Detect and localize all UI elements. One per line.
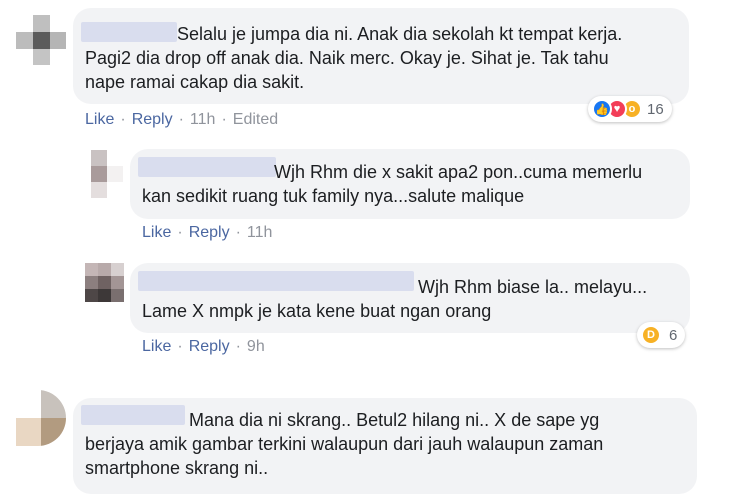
separator-dot: · xyxy=(235,224,241,241)
avatar[interactable] xyxy=(16,15,66,65)
reply-link[interactable]: Reply xyxy=(189,224,230,242)
comment-bubble: Selalu je jumpa dia ni. Anak dia sekolah… xyxy=(73,8,689,104)
edited-label[interactable]: Edited xyxy=(233,111,278,129)
separator-dot: · xyxy=(177,224,183,241)
timestamp[interactable]: 9h xyxy=(247,338,265,356)
timestamp[interactable]: 11h xyxy=(190,111,216,129)
separator-dot: · xyxy=(221,111,227,128)
like-link[interactable]: Like xyxy=(85,111,114,129)
comment-bubble: Mana dia ni skrang.. Betul2 hilang ni.. … xyxy=(73,398,697,494)
separator-dot: · xyxy=(120,111,126,128)
avatar[interactable] xyxy=(85,263,124,302)
reaction-count: 6 xyxy=(669,326,678,344)
comment-text: Wjh Rhm die x sakit apa2 pon..cuma memer… xyxy=(142,162,643,206)
comment-actions: Like · Reply · 11h · Edited xyxy=(85,111,278,129)
comment-bubble: Wjh Rhm biase la.. melayu... Lame X nmpk… xyxy=(130,263,690,333)
comment-actions: Like · Reply · 11h xyxy=(142,224,272,242)
like-link[interactable]: Like xyxy=(142,338,171,356)
avatar[interactable] xyxy=(75,150,123,198)
reply-link[interactable]: Reply xyxy=(189,338,230,356)
comment-bubble: Wjh Rhm die x sakit apa2 pon..cuma memer… xyxy=(130,149,690,219)
comment-actions: Like · Reply · 9h xyxy=(142,338,265,356)
separator-dot: · xyxy=(178,111,184,128)
like-link[interactable]: Like xyxy=(142,224,171,242)
timestamp[interactable]: 11h xyxy=(247,224,273,242)
comment-text: Wjh Rhm biase la.. melayu... Lame X nmpk… xyxy=(142,277,648,321)
thumbs-up-icon: 👍 xyxy=(592,99,612,119)
comment-text: Mana dia ni skrang.. Betul2 hilang ni.. … xyxy=(85,410,604,478)
reactions-summary[interactable]: D 6 xyxy=(637,322,686,348)
reaction-count: 16 xyxy=(647,100,664,118)
separator-dot: · xyxy=(235,338,241,355)
reactions-summary[interactable]: 👍 ♥ o 16 xyxy=(588,96,672,122)
comment-text: Selalu je jumpa dia ni. Anak dia sekolah… xyxy=(85,24,623,92)
avatar[interactable] xyxy=(16,390,66,446)
reply-link[interactable]: Reply xyxy=(132,111,173,129)
laughing-face-icon: D xyxy=(641,325,661,345)
separator-dot: · xyxy=(177,338,183,355)
